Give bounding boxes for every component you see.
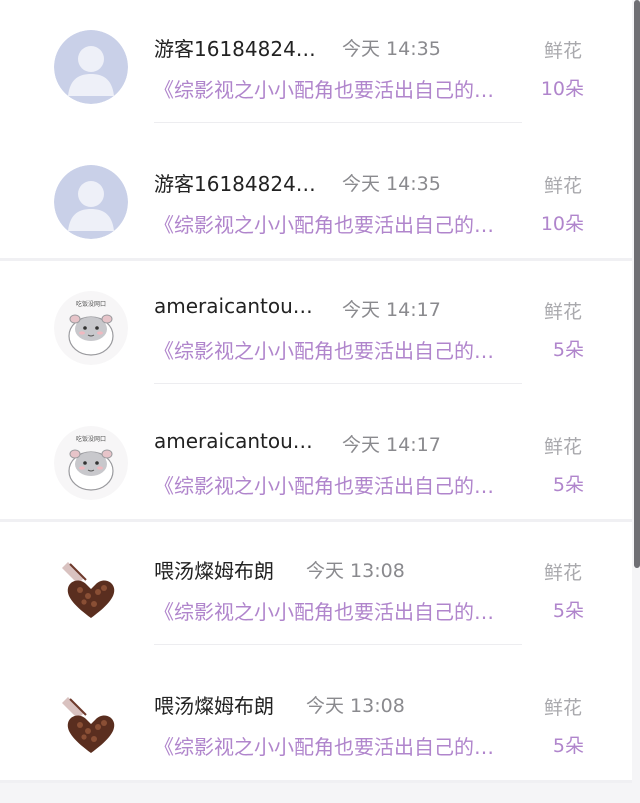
gift-time: 今天 14:35 bbox=[342, 38, 441, 60]
gift-count: 5朵 bbox=[552, 600, 584, 622]
gift-type: 鲜花 bbox=[544, 436, 583, 458]
gift-time: 今天 13:08 bbox=[306, 560, 405, 582]
default-user-icon[interactable] bbox=[54, 30, 128, 104]
avatar-caption: 吃饭没网口 bbox=[76, 435, 106, 443]
default-user-icon[interactable] bbox=[54, 165, 128, 239]
gift-count: 5朵 bbox=[552, 474, 584, 496]
gift-type: 鲜花 bbox=[544, 562, 583, 584]
coffee-heart-avatar[interactable] bbox=[54, 552, 128, 626]
gift-time: 今天 14:35 bbox=[342, 173, 441, 195]
list-item[interactable]: 喂汤燦姆布朗 今天 13:08 鲜花 《综影视之小小配角也要活出自己的… 5朵 bbox=[0, 522, 632, 636]
list-item[interactable]: 游客16184824… 今天 14:35 鲜花 《综影视之小小配角也要活出自己的… bbox=[0, 135, 632, 249]
book-title-link[interactable]: 《综影视之小小配角也要活出自己的… bbox=[154, 731, 532, 760]
list-item[interactable]: 游客16184824… 今天 14:35 鲜花 《综影视之小小配角也要活出自己的… bbox=[0, 0, 632, 114]
gift-type: 鲜花 bbox=[544, 175, 583, 197]
gift-time: 今天 14:17 bbox=[342, 434, 441, 456]
user-name[interactable]: 喂汤燦姆布朗 bbox=[154, 690, 274, 719]
book-title-link[interactable]: 《综影视之小小配角也要活出自己的… bbox=[154, 209, 532, 238]
book-title-link[interactable]: 《综影视之小小配角也要活出自己的… bbox=[154, 596, 532, 625]
book-title-link[interactable]: 《综影视之小小配角也要活出自己的… bbox=[154, 74, 532, 103]
divider bbox=[154, 383, 522, 384]
book-title-link[interactable]: 《综影视之小小配角也要活出自己的… bbox=[154, 335, 532, 364]
gift-count: 10朵 bbox=[540, 213, 584, 235]
gift-list: 游客16184824… 今天 14:35 鲜花 《综影视之小小配角也要活出自己的… bbox=[0, 0, 632, 783]
gift-time: 今天 13:08 bbox=[306, 695, 405, 717]
gift-card: 吃饭没网口 ameraicantou… 今天 14:17 鲜花 《综影视之小小配… bbox=[0, 261, 632, 522]
divider bbox=[154, 644, 522, 645]
user-name[interactable]: 游客16184824… bbox=[154, 168, 316, 197]
avatar-caption: 吃饭没网口 bbox=[76, 300, 106, 308]
book-title-link[interactable]: 《综影视之小小配角也要活出自己的… bbox=[154, 470, 532, 499]
user-name[interactable]: 游客16184824… bbox=[154, 33, 316, 62]
gift-type: 鲜花 bbox=[544, 40, 583, 62]
hamster-avatar[interactable]: 吃饭没网口 bbox=[54, 291, 128, 365]
hamster-avatar[interactable]: 吃饭没网口 bbox=[54, 426, 128, 500]
divider bbox=[154, 122, 522, 123]
gift-count: 5朵 bbox=[552, 339, 584, 361]
coffee-heart-avatar[interactable] bbox=[54, 687, 128, 761]
user-name[interactable]: ameraicantou… bbox=[154, 429, 313, 453]
gift-type: 鲜花 bbox=[544, 301, 583, 323]
list-item[interactable]: 吃饭没网口 ameraicantou… 今天 14:17 鲜花 《综影视之小小配… bbox=[0, 396, 632, 510]
scrollbar[interactable] bbox=[634, 0, 640, 568]
user-name[interactable]: ameraicantou… bbox=[154, 294, 313, 318]
gift-count: 10朵 bbox=[540, 78, 584, 100]
gift-count: 5朵 bbox=[552, 735, 584, 757]
user-name[interactable]: 喂汤燦姆布朗 bbox=[154, 555, 274, 584]
list-item[interactable]: 吃饭没网口 ameraicantou… 今天 14:17 鲜花 《综影视之小小配… bbox=[0, 261, 632, 375]
gift-card: 喂汤燦姆布朗 今天 13:08 鲜花 《综影视之小小配角也要活出自己的… 5朵 bbox=[0, 522, 632, 783]
gift-card: 游客16184824… 今天 14:35 鲜花 《综影视之小小配角也要活出自己的… bbox=[0, 0, 632, 261]
gift-record-page: 游客16184824… 今天 14:35 鲜花 《综影视之小小配角也要活出自己的… bbox=[0, 0, 640, 803]
gift-type: 鲜花 bbox=[544, 697, 583, 719]
gift-time: 今天 14:17 bbox=[342, 299, 441, 321]
list-item[interactable]: 喂汤燦姆布朗 今天 13:08 鲜花 《综影视之小小配角也要活出自己的… 5朵 bbox=[0, 657, 632, 771]
